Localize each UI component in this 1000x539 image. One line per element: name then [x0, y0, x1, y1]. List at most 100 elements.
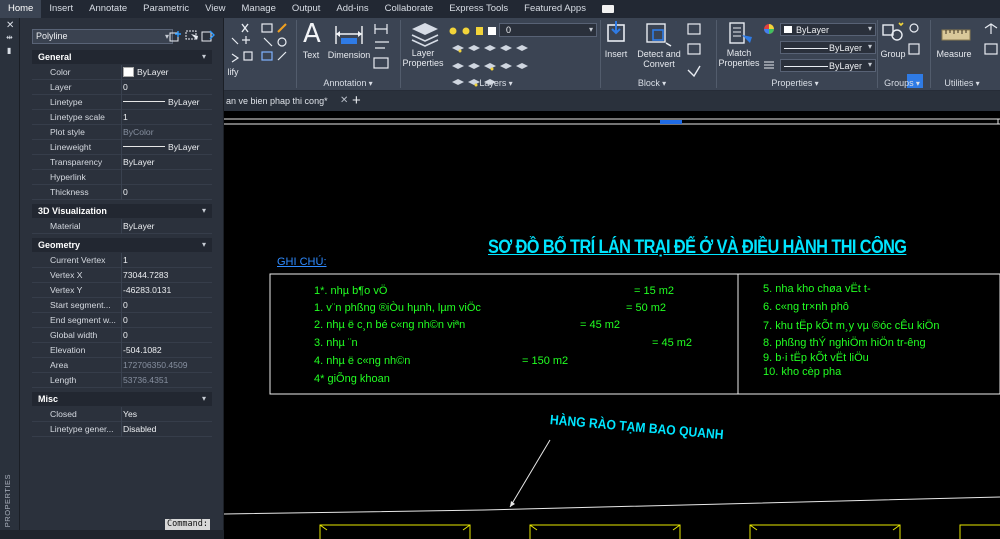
collapse-icon[interactable]: ▾	[202, 50, 206, 64]
block-panel-label[interactable]: Block	[602, 77, 702, 89]
property-value[interactable]: 0	[123, 185, 128, 200]
property-value[interactable]: ByLayer	[123, 155, 155, 170]
measure-button[interactable]: Measure	[934, 49, 974, 59]
property-row[interactable]: Material ByLayer	[32, 219, 212, 234]
property-value[interactable]: 0	[123, 80, 128, 95]
insert-button[interactable]: Insert	[602, 49, 630, 59]
property-value[interactable]: 1	[123, 253, 128, 268]
tab-collaborate[interactable]: Collaborate	[377, 0, 442, 18]
property-value[interactable]: -504.1082	[123, 343, 162, 358]
property-value[interactable]: Disabled	[123, 422, 156, 437]
tab-annotate[interactable]: Annotate	[81, 0, 135, 18]
close-tab-icon[interactable]: ✕	[340, 91, 348, 111]
document-tab[interactable]: an ve bien phap thi cong*	[226, 91, 328, 111]
group-icon[interactable]	[881, 21, 905, 45]
property-value[interactable]: ByLayer	[123, 219, 155, 234]
layer-dropdown[interactable]: 0 ▾	[499, 23, 597, 37]
annotation-tools-icon[interactable]	[372, 22, 396, 72]
property-row[interactable]: Color ByLayer	[32, 65, 212, 80]
property-value[interactable]: ByColor	[123, 125, 154, 140]
property-row[interactable]: Transparency ByLayer	[32, 155, 212, 170]
property-row[interactable]: Start segment... 0	[32, 298, 212, 313]
property-row[interactable]: Global width 0	[32, 328, 212, 343]
property-row[interactable]: Length 53736.4351	[32, 373, 212, 388]
layer-properties-icon[interactable]	[410, 21, 440, 47]
quick-select-icon[interactable]	[201, 30, 215, 42]
tab-manage[interactable]: Manage	[234, 0, 284, 18]
property-value[interactable]: ByLayer	[123, 65, 169, 80]
object-type-select[interactable]: Polyline ▾	[32, 29, 173, 44]
lineweight-dropdown[interactable]: ByLayer ▾	[780, 59, 876, 72]
property-row[interactable]: Hyperlink	[32, 170, 212, 185]
tab-featured-apps[interactable]: Featured Apps	[516, 0, 594, 18]
groups-panel-label[interactable]: Groups	[878, 77, 926, 89]
property-row[interactable]: Vertex Y -46283.0131	[32, 283, 212, 298]
text-button[interactable]: Text	[298, 50, 324, 60]
match-properties-button[interactable]: Match Properties	[716, 48, 762, 68]
section-3d-visualization[interactable]: 3D Visualization ▾	[32, 204, 212, 218]
block-tools-icons[interactable]	[686, 22, 704, 84]
property-row[interactable]: Layer 0	[32, 80, 212, 95]
annotation-panel-label[interactable]: Annotation	[300, 77, 396, 89]
drawing-canvas[interactable]: SƠ ĐỒ BỐ TRÍ LÁN TRẠI ĐỂ Ở VÀ ĐIỀU HÀNH …	[224, 111, 1000, 539]
utilities-panel-label[interactable]: Utilities	[934, 77, 990, 89]
modify-panel-label[interactable]: lify	[226, 67, 240, 77]
property-value[interactable]: 0	[123, 313, 128, 328]
new-tab-button[interactable]: +	[352, 91, 361, 111]
tab-insert[interactable]: Insert	[41, 0, 81, 18]
color-wheel-icon[interactable]	[763, 23, 775, 35]
match-properties-icon[interactable]	[728, 21, 754, 47]
layers-panel-label[interactable]: Layers	[446, 77, 546, 89]
dimension-button[interactable]: Dimension	[326, 50, 372, 60]
text-icon[interactable]: A	[303, 19, 321, 49]
property-value[interactable]: Yes	[123, 407, 137, 422]
pin-palette-icon[interactable]: ⇹	[6, 33, 13, 42]
palette-settings-icon[interactable]: ▮	[7, 46, 11, 55]
group-button[interactable]: Group	[878, 49, 908, 59]
property-row[interactable]: Current Vertex 1	[32, 253, 212, 268]
property-row[interactable]: Area 172706350.4509	[32, 358, 212, 373]
detect-convert-icon[interactable]	[644, 21, 672, 47]
collapse-icon[interactable]: ▾	[202, 204, 206, 218]
property-row[interactable]: Linetype ByLayer	[32, 95, 212, 110]
tab-parametric[interactable]: Parametric	[135, 0, 197, 18]
toggle-pickadd-icon[interactable]	[169, 30, 183, 42]
collapse-icon[interactable]: ▾	[202, 238, 206, 252]
dimension-icon[interactable]	[332, 22, 366, 48]
property-value[interactable]: 73044.7283	[123, 268, 168, 283]
section-misc[interactable]: Misc ▾	[32, 392, 212, 406]
property-row[interactable]: End segment w... 0	[32, 313, 212, 328]
collapse-icon[interactable]: ▾	[202, 392, 206, 406]
insert-block-icon[interactable]	[604, 21, 628, 47]
linetype-dropdown[interactable]: ByLayer ▾	[780, 41, 876, 54]
property-row[interactable]: Elevation -504.1082	[32, 343, 212, 358]
property-value[interactable]: ByLayer	[123, 95, 200, 110]
measure-icon[interactable]	[940, 24, 972, 46]
property-row[interactable]: Thickness 0	[32, 185, 212, 200]
property-value[interactable]: ByLayer	[123, 140, 200, 155]
detect-convert-button[interactable]: Detect and Convert	[633, 49, 685, 69]
properties-panel-label[interactable]: Properties	[740, 77, 850, 89]
property-value[interactable]: 0	[123, 328, 128, 343]
tab-add-ins[interactable]: Add-ins	[328, 0, 376, 18]
property-value[interactable]: 172706350.4509	[123, 358, 188, 373]
select-objects-icon[interactable]	[185, 30, 199, 42]
layer-state-icons[interactable]	[448, 24, 498, 38]
tab-home[interactable]: Home	[0, 0, 42, 18]
property-value[interactable]: 0	[123, 298, 128, 313]
property-value[interactable]: 1	[123, 110, 128, 125]
property-row[interactable]: Plot style ByColor	[32, 125, 212, 140]
polyline-grip[interactable]	[660, 120, 682, 124]
property-value[interactable]: 53736.4351	[123, 373, 168, 388]
property-row[interactable]: Linetype gener... Disabled	[32, 422, 212, 437]
property-row[interactable]: Lineweight ByLayer	[32, 140, 212, 155]
tab-express-tools[interactable]: Express Tools	[441, 0, 516, 18]
color-dropdown[interactable]: ByLayer ▾	[780, 23, 876, 36]
section-geometry[interactable]: Geometry ▾	[32, 238, 212, 252]
ribbon-overflow-icon[interactable]	[601, 5, 614, 13]
property-value[interactable]: -46283.0131	[123, 283, 171, 298]
property-row[interactable]: Closed Yes	[32, 407, 212, 422]
tab-view[interactable]: View	[197, 0, 233, 18]
utility-tools-icons[interactable]	[983, 22, 999, 82]
close-palette-icon[interactable]: ✕	[6, 20, 14, 31]
